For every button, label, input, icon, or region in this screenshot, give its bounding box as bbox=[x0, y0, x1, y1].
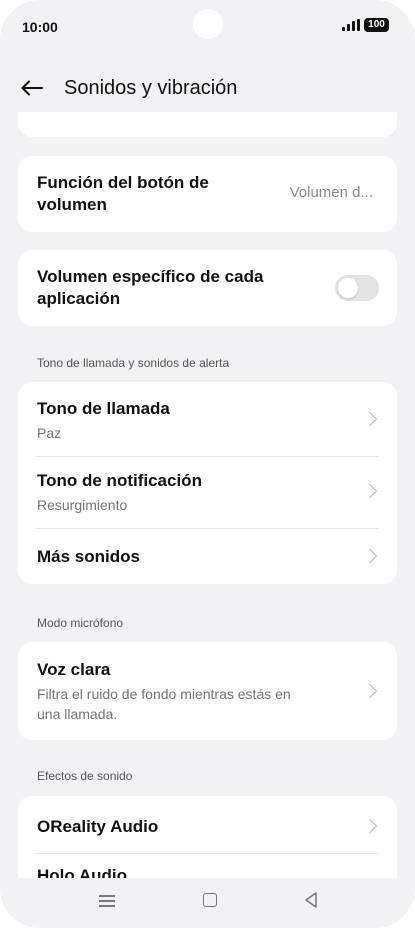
effects-card: OReality Audio Holo Audio bbox=[18, 796, 397, 878]
volume-button-function-row[interactable]: Función del botón de volumen Volumen d..… bbox=[18, 156, 397, 232]
page-title: Sonidos y vibración bbox=[64, 77, 238, 99]
ringtones-card: Tono de llamada Paz Tono de notificación… bbox=[18, 382, 397, 584]
status-bar: 10:00 100 bbox=[0, 0, 415, 56]
settings-list[interactable]: Función del botón de volumen Volumen d..… bbox=[0, 112, 415, 878]
ringtones-section-label: Tono de llamada y sonidos de alerta bbox=[37, 356, 230, 370]
home-icon[interactable] bbox=[203, 893, 217, 907]
menu-icon[interactable] bbox=[99, 895, 115, 907]
signal-icon bbox=[342, 19, 360, 31]
notification-tone-value: Resurgimiento bbox=[37, 497, 128, 513]
more-sounds-title: Más sonidos bbox=[37, 547, 140, 566]
front-camera bbox=[193, 9, 223, 39]
holo-audio-row[interactable]: Holo Audio bbox=[18, 854, 397, 878]
ringtone-title: Tono de llamada bbox=[37, 399, 170, 418]
phone-screen: 10:00 100 Sonidos y vibración Función de… bbox=[0, 0, 415, 928]
battery-icon: 100 bbox=[364, 18, 389, 32]
volume-button-function-title: Función del botón de volumen bbox=[37, 173, 209, 214]
clear-voice-description: Filtra el ruido de fondo mientras estás … bbox=[37, 686, 291, 722]
status-time: 10:00 bbox=[22, 19, 58, 35]
previous-card bbox=[18, 112, 397, 137]
toggle-knob bbox=[338, 278, 358, 298]
back-triangle-icon[interactable] bbox=[301, 890, 321, 910]
oreality-audio-title: OReality Audio bbox=[37, 817, 159, 836]
status-icons: 100 bbox=[342, 18, 389, 32]
app-bar: Sonidos y vibración bbox=[0, 66, 415, 112]
chevron-right-icon bbox=[362, 411, 378, 427]
effects-section-label: Efectos de sonido bbox=[37, 769, 133, 783]
notification-tone-row[interactable]: Tono de notificación Resurgimiento bbox=[18, 457, 397, 529]
back-arrow-icon bbox=[21, 80, 43, 96]
ringtone-row[interactable]: Tono de llamada Paz bbox=[18, 382, 397, 455]
clear-voice-row[interactable]: Voz clara Filtra el ruido de fondo mient… bbox=[18, 642, 397, 740]
mic-section-label: Modo micrófono bbox=[37, 616, 124, 630]
volume-button-function-value: Volumen d... bbox=[289, 184, 373, 201]
chevron-right-icon bbox=[362, 818, 378, 834]
more-sounds-row[interactable]: Más sonidos bbox=[18, 529, 397, 584]
app-volume-title: Volumen específico de cada aplicación bbox=[37, 267, 264, 308]
holo-audio-title: Holo Audio bbox=[37, 866, 128, 878]
ringtone-value: Paz bbox=[37, 425, 62, 441]
chevron-right-icon bbox=[362, 483, 378, 499]
app-volume-row[interactable]: Volumen específico de cada aplicación bbox=[18, 250, 397, 326]
notification-tone-title: Tono de notificación bbox=[37, 471, 202, 490]
app-volume-toggle[interactable] bbox=[335, 275, 379, 301]
chevron-right-icon bbox=[362, 548, 378, 564]
navigation-bar bbox=[0, 878, 415, 928]
oreality-audio-row[interactable]: OReality Audio bbox=[18, 796, 397, 854]
clear-voice-title: Voz clara bbox=[37, 660, 111, 679]
back-button[interactable] bbox=[18, 76, 46, 100]
chevron-right-icon bbox=[362, 683, 378, 699]
